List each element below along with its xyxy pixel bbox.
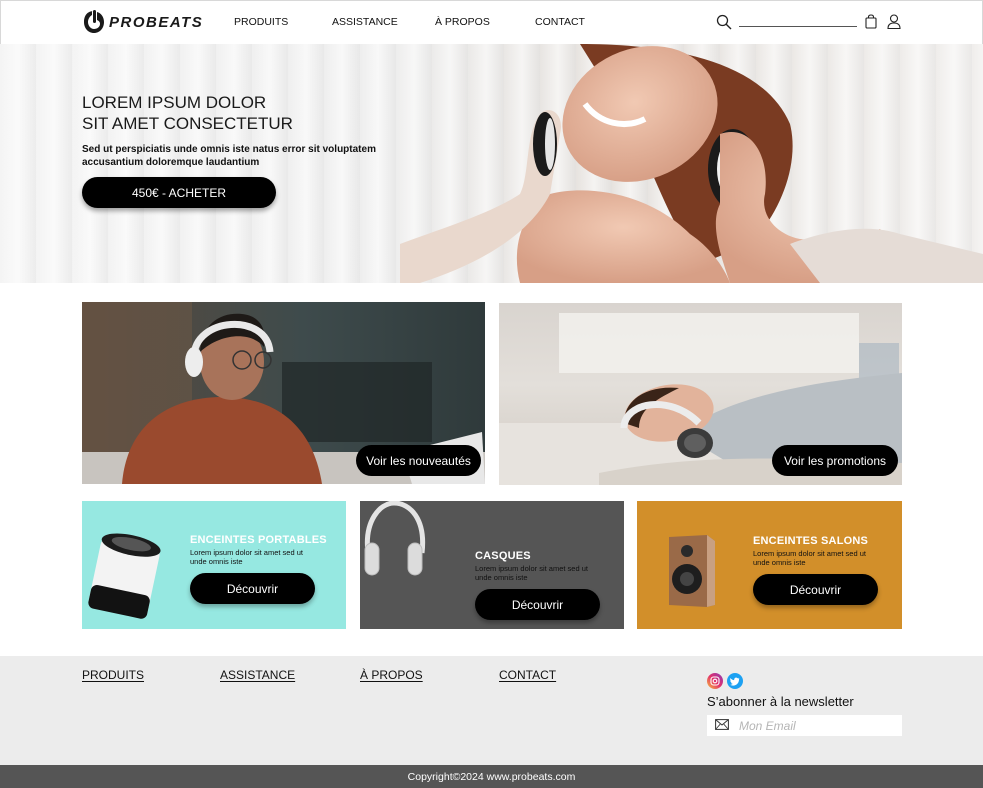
- promo-card-new-arrivals[interactable]: Voir les nouveautés: [82, 302, 485, 484]
- category-description: Lorem ipsum dolor sit amet sed ut unde o…: [753, 549, 866, 567]
- category-headphones[interactable]: CASQUES Lorem ipsum dolor sit amet sed u…: [360, 501, 624, 629]
- brand-name: PROBEATS: [109, 13, 204, 31]
- nav-produits[interactable]: PRODUITS: [234, 16, 288, 28]
- category-title: ENCEINTES SALONS: [753, 535, 869, 547]
- search-input[interactable]: [739, 26, 857, 27]
- nav-contact[interactable]: CONTACT: [535, 16, 585, 28]
- site-footer: PRODUITS ASSISTANCE À PROPOS CONTACT S’a…: [0, 656, 983, 765]
- site-header: PROBEATS PRODUITS ASSISTANCE À PROPOS CO…: [0, 0, 983, 44]
- nav-a-propos[interactable]: À PROPOS: [435, 16, 490, 28]
- copyright-bar: Copyright©2024 www.probeats.com: [0, 765, 983, 788]
- portable-speaker-image: [88, 533, 161, 619]
- envelope-icon: [715, 719, 729, 730]
- search-icon[interactable]: [716, 14, 732, 30]
- hero-title-line-1: LOREM IPSUM DOLOR: [82, 93, 267, 112]
- category-portable-speakers[interactable]: ENCEINTES PORTABLES Lorem ipsum dolor si…: [82, 501, 346, 629]
- newsletter-email-input[interactable]: [739, 717, 894, 734]
- twitter-bird-icon: [730, 677, 740, 686]
- discover-portable-speakers-button[interactable]: Découvrir: [190, 573, 315, 604]
- discover-living-room-speakers-button[interactable]: Découvrir: [753, 574, 878, 605]
- newsletter-label: S’abonner à la newsletter: [707, 694, 854, 709]
- brand-logo[interactable]: PROBEATS: [83, 10, 203, 34]
- copyright-text: Copyright©2024 www.probeats.com: [407, 770, 576, 783]
- category-title: CASQUES: [475, 550, 531, 562]
- discover-headphones-button[interactable]: Découvrir: [475, 589, 600, 620]
- hero-subtitle: Sed ut perspiciatis unde omnis iste natu…: [82, 144, 376, 168]
- shopping-bag-icon[interactable]: [865, 14, 877, 29]
- category-description: Lorem ipsum dolor sit amet sed ut unde o…: [475, 564, 588, 582]
- footer-link-assistance[interactable]: ASSISTANCE: [220, 668, 295, 682]
- hero-banner: LOREM IPSUM DOLOR SIT AMET CONSECTETUR S…: [0, 44, 983, 283]
- promo-card-promotions[interactable]: Voir les promotions: [499, 303, 902, 485]
- twitter-icon[interactable]: [727, 673, 743, 689]
- hero-title: LOREM IPSUM DOLOR SIT AMET CONSECTETUR: [82, 92, 342, 134]
- instagram-icon[interactable]: [707, 673, 723, 689]
- see-new-arrivals-button[interactable]: Voir les nouveautés: [356, 445, 481, 476]
- footer-link-produits[interactable]: PRODUITS: [82, 668, 144, 682]
- category-title: ENCEINTES PORTABLES: [190, 534, 327, 546]
- footer-link-contact[interactable]: CONTACT: [499, 668, 556, 682]
- user-icon[interactable]: [887, 14, 901, 29]
- headphones-image: [364, 501, 426, 576]
- hero-image-woman-headphones: [400, 44, 983, 283]
- see-promotions-button[interactable]: Voir les promotions: [772, 445, 898, 476]
- bookshelf-speaker-image: [669, 535, 715, 607]
- nav-assistance[interactable]: ASSISTANCE: [332, 16, 398, 28]
- category-description: Lorem ipsum dolor sit amet sed ut unde o…: [190, 548, 303, 566]
- footer-link-a-propos[interactable]: À PROPOS: [360, 668, 423, 682]
- instagram-glyph-icon: [710, 676, 720, 686]
- buy-button[interactable]: 450€ - ACHETER: [82, 177, 276, 208]
- hero-title-line-2: SIT AMET CONSECTETUR: [82, 114, 293, 133]
- category-living-room-speakers[interactable]: ENCEINTES SALONS Lorem ipsum dolor sit a…: [637, 501, 902, 629]
- newsletter-email-box[interactable]: [707, 715, 902, 736]
- probeats-logo-icon: [84, 10, 104, 33]
